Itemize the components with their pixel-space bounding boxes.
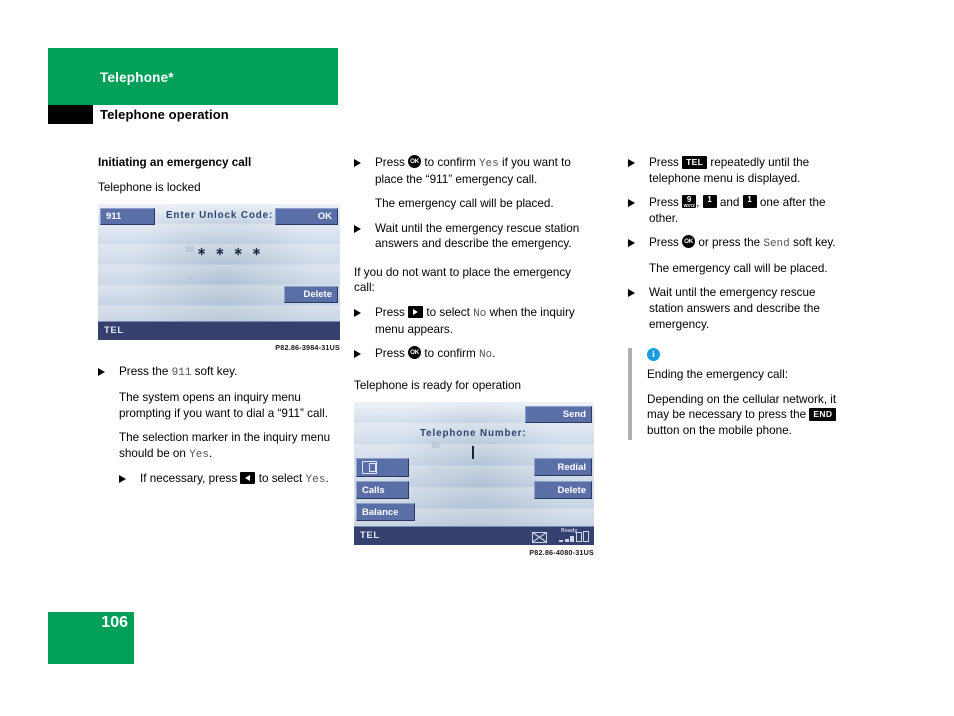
soft-key-balance[interactable]: Balance <box>356 503 415 522</box>
soft-key-ok[interactable]: OK <box>275 208 338 226</box>
watermark-icon-a: ☎ <box>430 440 442 451</box>
soft-key-send[interactable]: Send <box>525 406 592 424</box>
screen-prompt-unlock-code: Enter Unlock Code: <box>166 210 274 222</box>
ok-key-icon: OK <box>682 235 696 249</box>
note-title: Ending the emergency call: <box>647 368 788 382</box>
end-key-icon: END <box>809 408 837 421</box>
step-select-no: Press to select No when the inquiry menu… <box>354 305 594 337</box>
middle-subheading: Telephone is ready for operation <box>354 378 521 392</box>
soft-key-delete[interactable]: Delete <box>534 481 592 500</box>
step-press-tel: Press TEL repeatedly until the telephone… <box>628 155 842 186</box>
code-no: No <box>473 308 487 320</box>
status-bar: TEL Ready <box>354 526 594 546</box>
page-number: 106 <box>101 614 128 631</box>
watermark-icon-a: ☎ <box>184 244 196 255</box>
left-subheading: Telephone is locked <box>98 180 201 194</box>
step-confirm-no: Press OK to confirm No. <box>354 346 594 363</box>
device-screen-ready: ☎ ☏ Send Telephone Number: Redial Calls <box>354 402 594 546</box>
figure-locked-screen: ☎ ☏ 911 Enter Unlock Code: OK ∗ ∗ ∗ ∗ De… <box>98 204 340 352</box>
code-yes: Yes <box>478 158 499 170</box>
code-send: Send <box>763 238 790 251</box>
watermark-icon-b: ☏ <box>430 465 442 476</box>
manual-page: Telephone* Telephone operation Initiatin… <box>0 0 954 716</box>
bullet-triangle-icon <box>354 159 361 167</box>
soft-key-911[interactable]: 911 <box>100 208 155 226</box>
pin-entry-field[interactable]: ∗ ∗ ∗ ∗ <box>197 245 264 258</box>
info-note: Ending the emergency call: Depending on … <box>628 348 842 441</box>
tel-key-icon: TEL <box>682 156 708 169</box>
device-screen-locked: ☎ ☏ 911 Enter Unlock Code: OK ∗ ∗ ∗ ∗ De… <box>98 204 340 341</box>
status-mode-label: TEL <box>360 530 380 542</box>
chapter-header-band <box>48 48 338 105</box>
status-bar: TEL <box>98 321 340 341</box>
figure-caption-1: P82.86-3984-31US <box>275 343 340 353</box>
code-no: No <box>478 349 493 362</box>
soft-key-redial[interactable]: Redial <box>534 458 592 477</box>
soft-key-delete[interactable]: Delete <box>284 286 338 304</box>
substep-select-yes: If necessary, press to select Yes. <box>119 471 340 488</box>
ok-key-icon: OK <box>408 346 422 360</box>
code-911: 911 <box>171 367 192 380</box>
step-wait-rescue: Wait until the emergency rescue station … <box>354 221 594 252</box>
bullet-triangle-icon <box>354 309 361 317</box>
column-middle: Press OK to confirm Yes if you want to p… <box>354 155 594 557</box>
note-text: Depending on the cellular network, it ma… <box>647 392 837 437</box>
step-confirm-yes: Press OK to confirm Yes if you want to p… <box>354 155 594 187</box>
ok-key-icon: OK <box>408 155 422 168</box>
digit-1-key-icon: 1 <box>702 195 717 209</box>
soft-key-phonebook[interactable] <box>356 458 409 478</box>
signal-strength-icon <box>559 531 589 543</box>
bullet-triangle-icon <box>354 350 361 359</box>
step-press-911: Press the 911 soft key. <box>98 364 340 381</box>
watermark-icon-b: ☏ <box>184 272 196 283</box>
section-title: Telephone operation <box>100 107 229 122</box>
middle-result-1: The emergency call will be placed. <box>375 197 554 211</box>
note-body: Ending the emergency call: Depending on … <box>647 348 842 438</box>
column-right: Press TEL repeatedly until the telephone… <box>628 155 842 441</box>
section-marker-bar <box>48 105 93 124</box>
column-left: Initiating an emergency call Telephone i… <box>98 155 340 497</box>
step-dial-911: Press 9 WXYZ, 1 and 1 one after the other… <box>628 195 842 226</box>
left-para-1: The system opens an inquiry menu prompti… <box>119 390 328 420</box>
middle-para-if-not: If you do not want to place the emergenc… <box>354 265 572 295</box>
code-yes: Yes <box>305 474 326 487</box>
digit-1-key-icon: 1 <box>742 195 757 209</box>
right-arrow-key-icon <box>408 306 424 318</box>
status-mode-label: TEL <box>104 325 124 337</box>
left-heading: Initiating an emergency call <box>98 156 252 169</box>
note-accent-bar <box>628 348 632 441</box>
figure-ready-screen: ☎ ☏ Send Telephone Number: Redial Calls <box>354 402 594 557</box>
phonebook-icon <box>362 461 377 475</box>
digit-9-key-icon: 9 WXYZ <box>682 195 697 209</box>
soft-key-calls[interactable]: Calls <box>356 481 409 500</box>
screen-prompt-telephone-number: Telephone Number: <box>420 428 527 440</box>
number-entry-caret[interactable] <box>472 446 474 460</box>
bullet-triangle-icon <box>119 475 126 484</box>
figure-caption-2: P82.86-4080-31US <box>529 548 594 558</box>
left-para-2: The selection marker in the inquiry menu… <box>119 431 331 461</box>
envelope-icon <box>532 532 547 544</box>
step-press-send: Press OK or press the Send soft key. <box>628 235 842 252</box>
bullet-triangle-icon <box>628 239 635 248</box>
code-yes: Yes <box>189 448 209 461</box>
bullet-triangle-icon <box>354 224 361 233</box>
left-arrow-key-icon <box>240 472 256 485</box>
step-wait-rescue: Wait until the emergency rescue station … <box>628 285 842 332</box>
chapter-title: Telephone* <box>100 70 174 85</box>
bullet-triangle-icon <box>628 289 635 298</box>
bullet-triangle-icon <box>628 159 635 167</box>
bullet-triangle-icon <box>628 199 635 208</box>
right-result: The emergency call will be placed. <box>649 261 828 275</box>
bullet-triangle-icon <box>98 368 105 377</box>
info-icon <box>647 348 660 362</box>
